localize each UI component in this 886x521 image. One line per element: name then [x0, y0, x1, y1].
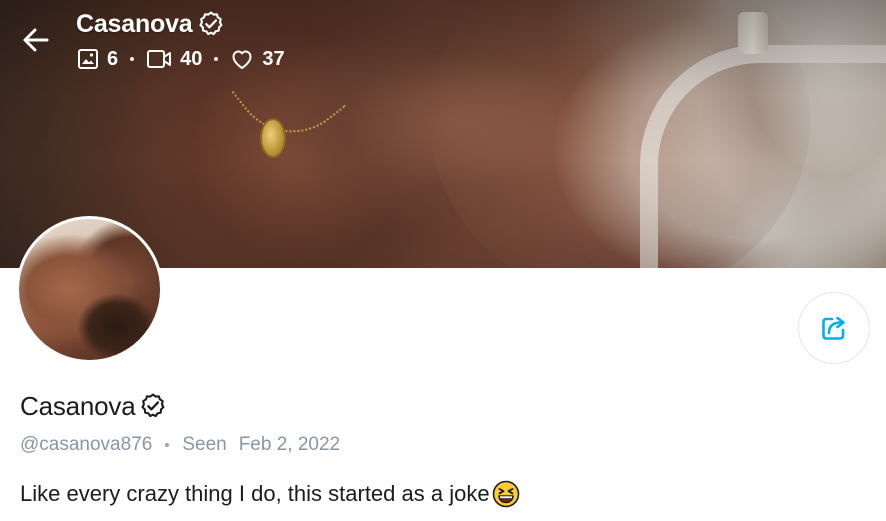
- profile-name: Casanova: [20, 389, 167, 423]
- last-seen-date: Feb 2, 2022: [238, 434, 341, 455]
- cover-overlay: [0, 0, 886, 268]
- profile-stats: 6 40 37: [77, 46, 285, 72]
- share-icon: [822, 316, 845, 340]
- profile-name-text: Casanova: [20, 390, 136, 421]
- likes-count-value: 37: [262, 47, 285, 70]
- photos-count-value: 6: [107, 47, 119, 70]
- cover-name-text: Casanova: [76, 9, 193, 38]
- likes-count[interactable]: 37: [230, 47, 285, 71]
- cover-profile-name: Casanova: [76, 9, 225, 39]
- heart-icon: [232, 50, 252, 69]
- photos-count[interactable]: 6: [77, 48, 118, 71]
- video-icon: [147, 50, 172, 68]
- share-button[interactable]: [798, 292, 870, 364]
- stat-separator: [130, 57, 135, 61]
- profile-bio: Like every crazy thing I do, this starte…: [20, 479, 520, 509]
- avatar[interactable]: [16, 216, 163, 363]
- cover-image: Casanova 6 40 37: [0, 0, 886, 268]
- profile-meta: @casanova876 Seen Feb 2, 2022: [20, 432, 340, 458]
- image-icon: [78, 49, 98, 69]
- profile-handle: @casanova876: [20, 434, 153, 455]
- bio-text: Like every crazy thing I do, this starte…: [20, 481, 490, 506]
- videos-count[interactable]: 40: [146, 48, 202, 71]
- meta-separator: [165, 443, 170, 447]
- grinning-squinting-face-emoji: [492, 480, 520, 508]
- videos-count-value: 40: [180, 47, 203, 70]
- verified-badge-icon: [198, 11, 222, 36]
- stat-separator: [214, 57, 219, 61]
- back-button[interactable]: [20, 24, 52, 56]
- last-seen-label: Seen: [182, 434, 227, 455]
- verified-badge-icon: [141, 393, 165, 418]
- avatar-image: [19, 219, 160, 360]
- arrow-left-icon: [23, 28, 49, 52]
